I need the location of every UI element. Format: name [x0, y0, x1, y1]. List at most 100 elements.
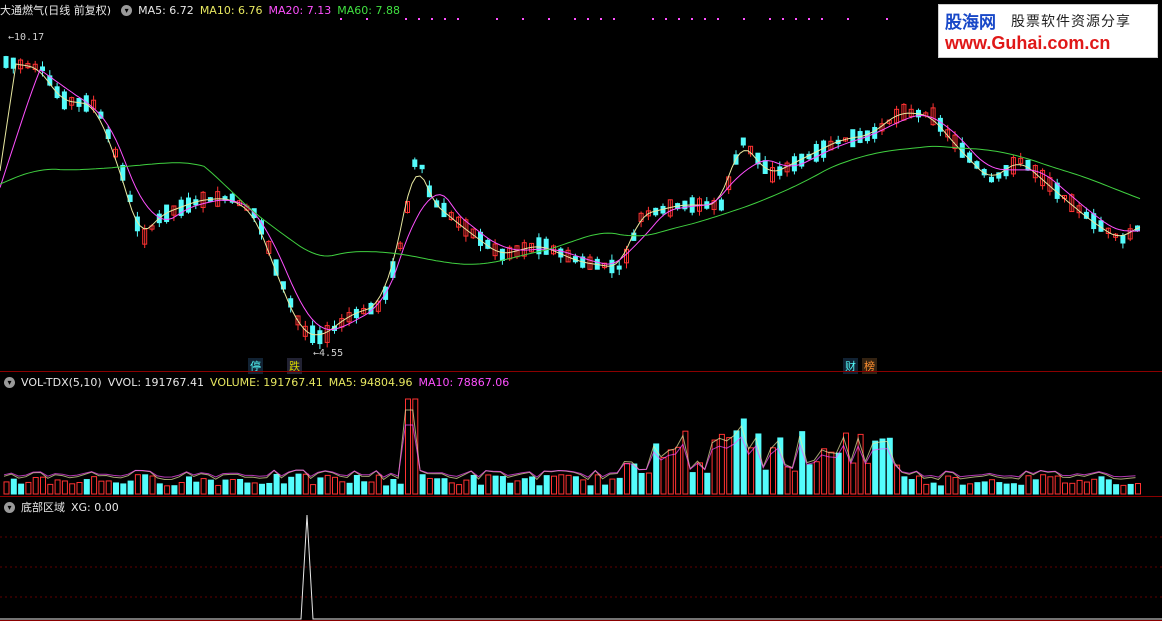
- volume-bar: [25, 481, 32, 495]
- indicator-pane[interactable]: ▾ 底部区域 XG: 0.00: [0, 497, 1162, 621]
- volume-bar: [638, 472, 645, 495]
- volume-bar: [770, 447, 776, 495]
- signal-dot: [457, 18, 459, 20]
- volume-bar: [164, 485, 171, 495]
- volume-bar: [485, 474, 492, 495]
- ma10-readout: MA10: 6.76: [199, 3, 263, 17]
- volume-bar: [40, 476, 46, 495]
- volume-bar: [339, 481, 346, 495]
- signal-dot: [782, 18, 784, 20]
- signal-dot: [821, 18, 823, 20]
- volume-bar: [171, 485, 178, 495]
- signal-dot: [522, 18, 524, 20]
- volume-bar: [91, 476, 98, 495]
- volume-bar: [434, 478, 441, 495]
- volume-bar: [864, 462, 871, 495]
- volume-bar: [1091, 478, 1098, 495]
- logo-url: www.Guhai.com.cn: [945, 33, 1111, 53]
- candle-body: [61, 91, 67, 110]
- signal-dot: [769, 18, 771, 20]
- volume-bar: [54, 479, 61, 495]
- chevron-down-icon[interactable]: ▾: [4, 501, 15, 513]
- volume-indicator-name[interactable]: VOL-TDX(5,10): [21, 376, 102, 389]
- chevron-down-icon[interactable]: ▾: [121, 4, 133, 16]
- volume-bar: [572, 476, 579, 495]
- volume-bar: [332, 476, 338, 495]
- volume-bar: [587, 485, 594, 495]
- signal-dot: [678, 18, 680, 20]
- volume-bar: [18, 483, 25, 495]
- volume-bar: [324, 474, 331, 495]
- volume-bar: [32, 476, 39, 495]
- indicator-name[interactable]: 底部区域: [21, 499, 65, 515]
- vol-ma5-readout: MA5: 94804.96: [328, 375, 413, 389]
- signal-dot: [795, 18, 797, 20]
- volume-bar: [1040, 474, 1047, 495]
- volume-bar: [1083, 481, 1090, 495]
- volume-bar: [857, 433, 864, 495]
- signal-dot: [665, 18, 667, 20]
- ma60-line: [0, 145, 1141, 265]
- indicator-chart[interactable]: [0, 497, 1162, 621]
- logo-brand: 股海网: [945, 13, 996, 32]
- stock-title[interactable]: 大通燃气(日线 前复权): [0, 2, 111, 18]
- volume-bar: [1076, 479, 1083, 495]
- volume-bar: [1120, 484, 1127, 495]
- volume-bar: [390, 478, 397, 495]
- volume-bar: [996, 482, 1003, 495]
- volume-bar: [105, 480, 112, 495]
- signal-dot: [691, 18, 693, 20]
- volume-bar: [61, 480, 68, 495]
- volume-bar: [850, 462, 857, 495]
- volume-bar: [631, 463, 638, 495]
- volume-bar: [916, 475, 922, 495]
- candle-body: [777, 166, 783, 176]
- volume-bar: [1003, 483, 1010, 495]
- volume-bar: [120, 483, 127, 495]
- candle-body: [10, 57, 16, 69]
- signal-dot: [886, 18, 888, 20]
- volume-bar: [470, 474, 477, 495]
- signal-dot: [600, 18, 602, 20]
- price-pane[interactable]: 大通燃气(日线 前复权) ▾ MA5: 6.72 MA10: 6.76 MA20…: [0, 0, 1162, 374]
- volume-bar: [405, 398, 411, 495]
- volume-bar: [98, 480, 105, 495]
- volume-bar: [251, 482, 258, 495]
- volume-bar: [529, 476, 536, 495]
- volume-bar: [346, 482, 353, 495]
- volume-bar: [207, 479, 214, 495]
- volume-bar: [259, 483, 265, 495]
- ma5-line: [0, 63, 1141, 336]
- volume-pane[interactable]: ▾ VOL-TDX(5,10) VVOL: 191767.41 VOLUME: …: [0, 372, 1162, 497]
- signal-dot: [704, 18, 706, 20]
- indicator-header: ▾ 底部区域 XG: 0.00: [0, 497, 125, 517]
- volume-bar: [543, 475, 550, 495]
- volume-bar: [594, 474, 601, 495]
- volume-bar: [397, 483, 404, 495]
- volume-bar: [507, 482, 514, 495]
- volume-bar: [624, 462, 630, 495]
- volume-bar: [127, 480, 134, 495]
- chevron-down-icon[interactable]: ▾: [4, 376, 15, 388]
- candle-body: [3, 56, 9, 68]
- volume-bar: [426, 477, 433, 495]
- volume-bar: [149, 475, 156, 495]
- volume-bar: [375, 474, 382, 495]
- volume-bar: [974, 482, 981, 495]
- signal-dot: [418, 18, 420, 20]
- volume-bar: [10, 478, 17, 495]
- volume-bar: [843, 432, 849, 495]
- volume-bar: [1098, 476, 1105, 495]
- volume-bar: [967, 483, 974, 495]
- volume-bar: [142, 474, 149, 495]
- volume-bar: [1105, 479, 1112, 495]
- volume-bar: [244, 482, 251, 495]
- ma20-readout: MA20: 7.13: [268, 3, 332, 17]
- volume-bar: [1054, 475, 1061, 495]
- volume-bar: [813, 461, 820, 495]
- candle-body: [740, 137, 746, 146]
- volume-bar: [353, 475, 360, 495]
- volume-bar: [675, 446, 682, 495]
- volume-bar: [222, 479, 229, 495]
- volume-bar: [959, 484, 966, 495]
